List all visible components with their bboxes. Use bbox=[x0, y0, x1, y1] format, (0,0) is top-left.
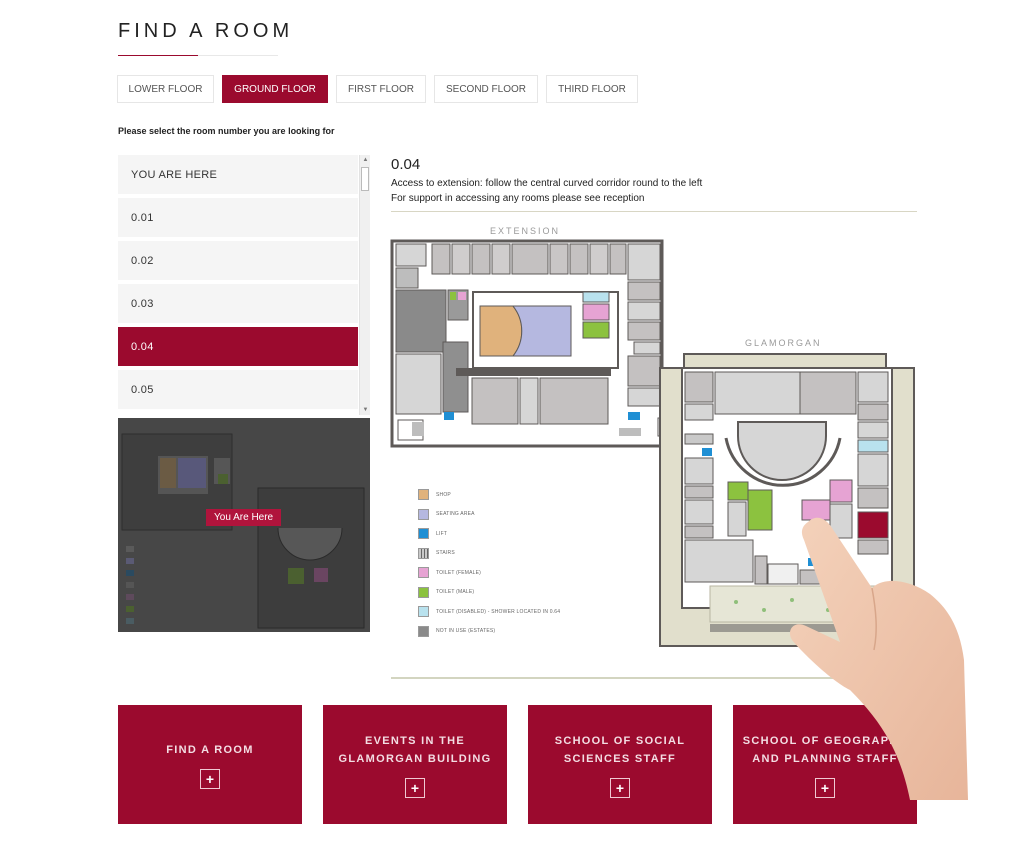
card-find-a-room[interactable]: FIND A ROOM + bbox=[118, 705, 302, 824]
quick-link-cards: FIND A ROOM + EVENTS IN THE GLAMORGAN BUI… bbox=[118, 705, 917, 824]
plus-icon[interactable]: + bbox=[610, 777, 630, 798]
map-legend: SHOP SEATING AREA LIFT STAIRS TOILET (FE… bbox=[418, 485, 560, 641]
tab-ground-floor[interactable]: GROUND FLOOR bbox=[222, 75, 328, 103]
card-social-sciences-staff[interactable]: SCHOOL OF SOCIAL SCIENCES STAFF + bbox=[528, 705, 712, 824]
plus-icon[interactable]: + bbox=[815, 777, 835, 798]
legend-label: TOILET (DISABLED) - SHOWER LOCATED IN 0.… bbox=[436, 608, 561, 615]
legend-item-seating-area: SEATING AREA bbox=[418, 505, 560, 525]
seating-area-swatch-icon bbox=[418, 508, 429, 520]
toilet-male-swatch-icon bbox=[418, 586, 429, 598]
you-are-here-marker: You Are Here bbox=[206, 509, 282, 526]
card-label: SCHOOL OF GEOGRAPHY AND PLANNING STAFF bbox=[742, 734, 908, 765]
not-in-use-swatch-icon bbox=[418, 625, 429, 637]
card-label: FIND A ROOM bbox=[166, 743, 254, 756]
room-select-instruction: Please select the room number you are lo… bbox=[118, 126, 335, 136]
lift-swatch-icon bbox=[418, 528, 429, 540]
tab-first-floor[interactable]: FIRST FLOOR bbox=[336, 75, 426, 103]
extension-building bbox=[390, 239, 664, 448]
map-bottom-divider bbox=[391, 677, 917, 679]
tab-third-floor[interactable]: THIRD FLOOR bbox=[546, 75, 638, 103]
room-list-scrollbar[interactable]: ▲ ▼ bbox=[359, 155, 370, 415]
legend-label: NOT IN USE (ESTATES) bbox=[436, 628, 496, 635]
legend-item-toilet-male: TOILET (MALE) bbox=[418, 583, 560, 603]
stairs-swatch-icon bbox=[418, 547, 429, 559]
toilet-disabled-swatch-icon bbox=[418, 606, 429, 618]
tab-lower-floor[interactable]: LOWER FLOOR bbox=[117, 75, 214, 103]
plus-icon[interactable]: + bbox=[200, 768, 220, 789]
legend-label: STAIRS bbox=[436, 550, 455, 557]
selected-room-highlight bbox=[857, 511, 889, 539]
legend-item-stairs: STAIRS bbox=[418, 544, 560, 564]
legend-item-toilet-female: TOILET (FEMALE) bbox=[418, 563, 560, 583]
page-title: FIND A ROOM bbox=[118, 20, 294, 42]
legend-label: TOILET (FEMALE) bbox=[436, 569, 482, 576]
tab-second-floor[interactable]: SECOND FLOOR bbox=[434, 75, 538, 103]
room-list-item-selected[interactable]: 0.04 bbox=[118, 327, 358, 366]
legend-item-lift: LIFT bbox=[418, 524, 560, 544]
detail-divider bbox=[391, 211, 917, 212]
room-directions: Access to extension: follow the central … bbox=[391, 178, 703, 189]
legend-item-toilet-disabled: TOILET (DISABLED) - SHOWER LOCATED IN 0.… bbox=[418, 602, 560, 622]
scroll-up-icon[interactable]: ▲ bbox=[360, 155, 370, 165]
room-list-item[interactable]: 0.02 bbox=[118, 241, 358, 280]
room-list: YOU ARE HERE 0.01 0.02 0.03 0.04 0.05 ▲ … bbox=[118, 155, 370, 415]
legend-item-shop: SHOP bbox=[418, 485, 560, 505]
title-divider-accent bbox=[118, 55, 198, 56]
legend-label: SEATING AREA bbox=[436, 511, 475, 518]
legend-label: SHOP bbox=[436, 491, 451, 498]
room-list-item[interactable]: 0.05 bbox=[118, 370, 358, 409]
toilet-female-swatch-icon bbox=[418, 567, 429, 579]
room-list-item[interactable]: 0.01 bbox=[118, 198, 358, 237]
card-events-glamorgan[interactable]: EVENTS IN THE GLAMORGAN BUILDING + bbox=[323, 705, 507, 824]
scrollbar-thumb[interactable] bbox=[361, 167, 369, 191]
legend-label: TOILET (MALE) bbox=[436, 589, 475, 596]
room-list-item-you-are-here[interactable]: YOU ARE HERE bbox=[118, 155, 358, 194]
shop-swatch-icon bbox=[418, 489, 429, 501]
plus-icon[interactable]: + bbox=[405, 777, 425, 798]
floor-tabs: LOWER FLOOR GROUND FLOOR FIRST FLOOR SEC… bbox=[117, 75, 638, 103]
legend-label: LIFT bbox=[436, 530, 448, 537]
room-support-note: For support in accessing any rooms pleas… bbox=[391, 193, 645, 204]
legend-item-not-in-use: NOT IN USE (ESTATES) bbox=[418, 622, 560, 642]
scroll-down-icon[interactable]: ▼ bbox=[360, 405, 370, 415]
card-label: EVENTS IN THE GLAMORGAN BUILDING bbox=[338, 734, 492, 765]
room-list-item[interactable]: 0.03 bbox=[118, 284, 358, 323]
card-geography-planning-staff[interactable]: SCHOOL OF GEOGRAPHY AND PLANNING STAFF + bbox=[733, 705, 917, 824]
glamorgan-building bbox=[659, 353, 915, 647]
selected-room-number: 0.04 bbox=[391, 156, 421, 173]
card-label: SCHOOL OF SOCIAL SCIENCES STAFF bbox=[554, 734, 686, 765]
